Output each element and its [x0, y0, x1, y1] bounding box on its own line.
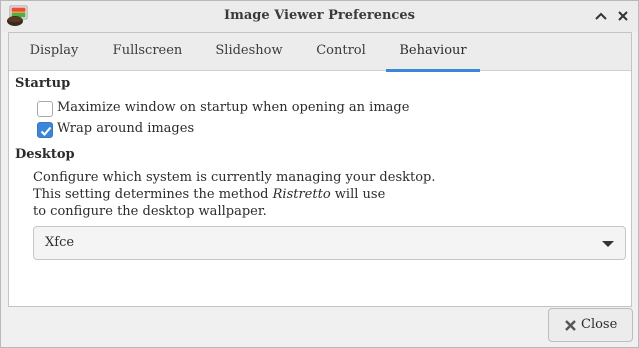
tab-slideshow[interactable]: Slideshow	[205, 33, 293, 71]
tab-fullscreen[interactable]: Fullscreen	[102, 33, 193, 71]
maximize-on-startup-label[interactable]: Maximize window on startup when opening …	[57, 100, 409, 115]
tab-control[interactable]: Control	[306, 33, 376, 71]
close-icon	[565, 320, 576, 331]
chevron-down-icon	[602, 241, 614, 247]
preferences-notebook: Display Fullscreen Slideshow Control Beh…	[8, 32, 632, 307]
description-text: will use	[330, 187, 386, 202]
close-button[interactable]: Close	[548, 308, 633, 342]
desktop-environment-select[interactable]: Xfce	[33, 226, 626, 260]
maximize-on-startup-checkbox[interactable]	[37, 101, 53, 117]
app-name: Ristretto	[272, 187, 331, 202]
desktop-description-line-2: This setting determines the method Ristr…	[33, 187, 385, 202]
desktop-description-line-1: Configure which system is currently mana…	[33, 170, 436, 185]
desktop-description-line-3: to configure the desktop wallpaper.	[33, 204, 267, 219]
desktop-environment-value: Xfce	[45, 235, 75, 250]
wrap-around-images-label[interactable]: Wrap around images	[57, 121, 194, 136]
tab-display[interactable]: Display	[17, 33, 91, 71]
startup-section-title: Startup	[15, 76, 71, 91]
chevron-up-icon[interactable]	[593, 8, 609, 24]
close-button-label: Close	[581, 317, 618, 332]
tab-behaviour[interactable]: Behaviour	[386, 33, 480, 72]
wrap-around-images-checkbox[interactable]	[37, 122, 53, 138]
tab-bar: Display Fullscreen Slideshow Control Beh…	[9, 33, 631, 72]
window-title: Image Viewer Preferences	[224, 8, 415, 23]
title-bar[interactable]: Image Viewer Preferences	[1, 1, 638, 32]
checkmark-icon	[40, 126, 52, 136]
description-text: This setting determines the method	[33, 187, 273, 202]
preferences-window: Image Viewer Preferences Display Fullscr…	[0, 0, 639, 348]
close-icon[interactable]	[615, 8, 631, 24]
desktop-section-title: Desktop	[15, 147, 75, 162]
